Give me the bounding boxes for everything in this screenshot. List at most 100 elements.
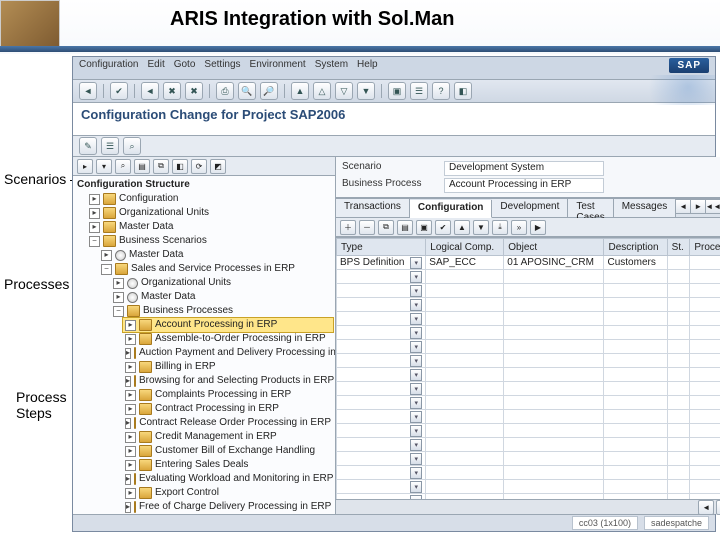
tree-node-customer-bill-of-exchange-hand[interactable]: ▸Customer Bill of Exchange Handling (123, 444, 333, 458)
expand-icon[interactable]: ▸ (125, 502, 131, 513)
f4-help-button[interactable]: ▾ (410, 383, 422, 395)
grid-cell[interactable] (426, 284, 504, 298)
grid-cell[interactable] (504, 424, 604, 438)
table-row[interactable]: ▾ (337, 424, 720, 438)
grid-cell[interactable]: SAP_ECC (426, 256, 504, 270)
grid-col-proces-[interactable]: Proces. (690, 239, 720, 256)
f4-help-button[interactable]: ▾ (410, 271, 422, 283)
grid-cell[interactable] (426, 410, 504, 424)
menu-help[interactable]: Help (357, 59, 378, 77)
tree-node-master-data[interactable]: ▸Master Data (87, 220, 333, 234)
tree-node-account-processing-in-erp[interactable]: ▸Account Processing in ERP (123, 318, 333, 332)
grid-cell[interactable] (504, 326, 604, 340)
grid-copy-button[interactable]: ⧉ (378, 220, 394, 235)
grid-cell[interactable] (604, 396, 667, 410)
grid-cell[interactable] (690, 396, 720, 410)
prev-page-button[interactable]: △ (313, 82, 331, 100)
tree-node-master-data[interactable]: ▸Master Data (111, 290, 333, 304)
f4-help-button[interactable]: ▾ (410, 285, 422, 297)
grid-cell[interactable] (604, 298, 667, 312)
table-row[interactable]: ▾ (337, 480, 720, 494)
grid-delete-button[interactable]: － (359, 220, 375, 235)
grid-cell[interactable]: ▾ (337, 284, 426, 298)
grid-insert-button[interactable]: ＋ (340, 220, 356, 235)
tab-scroll-left-button[interactable]: ◄ (676, 199, 691, 214)
grid-cell[interactable] (667, 396, 690, 410)
menu-edit[interactable]: Edit (147, 59, 164, 77)
grid-col-st-[interactable]: St. (667, 239, 690, 256)
grid-cell[interactable] (667, 410, 690, 424)
tab-first-button[interactable]: ◄◄ (706, 199, 720, 214)
layout-button[interactable]: ◧ (454, 82, 472, 100)
grid-cell[interactable] (690, 284, 720, 298)
grid-cell[interactable] (426, 368, 504, 382)
structure-tree[interactable]: Configuration Structure ▸Configuration▸O… (73, 176, 335, 514)
grid-cell[interactable] (690, 466, 720, 480)
expand-icon[interactable]: ▸ (125, 334, 136, 345)
grid-cell[interactable] (667, 382, 690, 396)
grid-cell[interactable] (604, 438, 667, 452)
grid-cell[interactable] (667, 312, 690, 326)
table-row[interactable]: ▾ (337, 452, 720, 466)
expand-icon[interactable]: − (89, 236, 100, 247)
grid-cell[interactable]: ▾ (337, 270, 426, 284)
tree-node-organizational-units[interactable]: ▸Organizational Units (111, 276, 333, 290)
grid-cell[interactable]: ▾ (337, 312, 426, 326)
grid-cell[interactable] (690, 270, 720, 284)
tab-transactions[interactable]: Transactions (336, 199, 410, 217)
grid-cell[interactable] (604, 312, 667, 326)
table-row[interactable]: ▾ (337, 326, 720, 340)
grid-cell[interactable] (604, 424, 667, 438)
expand-icon[interactable]: ▸ (125, 404, 136, 415)
f4-help-button[interactable]: ▾ (410, 439, 422, 451)
grid-cell[interactable] (667, 480, 690, 494)
grid-cell[interactable]: Customers (604, 256, 667, 270)
nav-exit-button[interactable]: ✖ (163, 82, 181, 100)
print-button[interactable]: ⎙ (216, 82, 234, 100)
f4-help-button[interactable]: ▾ (410, 327, 422, 339)
display-change-button[interactable]: ✎ (79, 137, 97, 155)
grid-where-button[interactable]: » (511, 220, 527, 235)
grid-cell[interactable] (690, 354, 720, 368)
other-project-button[interactable]: ☰ (101, 137, 119, 155)
menu-settings[interactable]: Settings (204, 59, 240, 77)
tree-filter-button[interactable]: ▤ (134, 159, 150, 174)
table-row[interactable]: ▾ (337, 298, 720, 312)
grid-cell[interactable]: ▾ (337, 424, 426, 438)
grid-cell[interactable] (504, 466, 604, 480)
grid-cell[interactable] (604, 410, 667, 424)
tree-node-business-scenarios[interactable]: −Business Scenarios (87, 234, 333, 248)
tree-node-contract-processing-in-erp[interactable]: ▸Contract Processing in ERP (123, 402, 333, 416)
grid-cell[interactable] (690, 368, 720, 382)
tree-node-assemble-to-order-processing-i[interactable]: ▸Assemble-to-Order Processing in ERP (123, 332, 333, 346)
tree-node-entering-sales-deals[interactable]: ▸Entering Sales Deals (123, 458, 333, 472)
tree-node-configuration[interactable]: ▸Configuration (87, 192, 333, 206)
grid-cell[interactable] (604, 480, 667, 494)
f4-help-button[interactable]: ▾ (410, 299, 422, 311)
grid-hscrollbar[interactable]: ◄ ► (336, 499, 720, 514)
tree-node-billing-in-erp[interactable]: ▸Billing in ERP (123, 360, 333, 374)
grid-cell[interactable] (426, 340, 504, 354)
menu-system[interactable]: System (315, 59, 348, 77)
grid-cell[interactable] (504, 270, 604, 284)
table-row[interactable]: ▾ (337, 312, 720, 326)
first-page-button[interactable]: ▲ (291, 82, 309, 100)
grid-cell[interactable] (604, 284, 667, 298)
grid-cell[interactable] (690, 298, 720, 312)
tree-copy-button[interactable]: ⧉ (153, 159, 169, 174)
grid-cell[interactable] (667, 438, 690, 452)
grid-cell[interactable] (667, 298, 690, 312)
grid-cell[interactable] (426, 438, 504, 452)
grid-cell[interactable] (426, 480, 504, 494)
nav-back-button[interactable]: ◄ (141, 82, 159, 100)
grid-cell[interactable]: ▾ (337, 368, 426, 382)
grid-export-button[interactable]: ⤓ (492, 220, 508, 235)
grid-check-button[interactable]: ✔ (435, 220, 451, 235)
grid-cell[interactable] (426, 466, 504, 480)
grid-cell[interactable] (504, 312, 604, 326)
grid-cell[interactable]: ▾ (337, 466, 426, 480)
grid-execute-button[interactable]: ▶ (530, 220, 546, 235)
grid-cell[interactable] (426, 298, 504, 312)
grid-cell[interactable] (667, 424, 690, 438)
expand-icon[interactable]: ▸ (89, 208, 100, 219)
